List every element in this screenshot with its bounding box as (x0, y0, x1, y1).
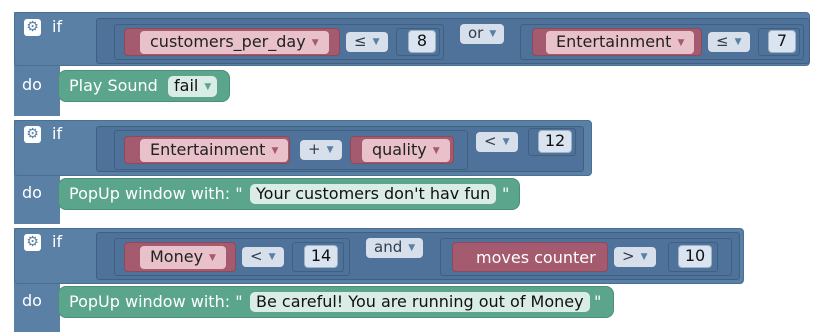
chevron-down-icon: ▼ (640, 252, 648, 262)
chevron-down-icon: ▼ (271, 146, 279, 156)
number-field[interactable]: 10 (678, 245, 712, 268)
chevron-down-icon: ▼ (326, 145, 334, 155)
settings-gear-icon[interactable]: ⚙ (24, 19, 41, 36)
number-field[interactable]: 8 (408, 30, 436, 53)
if-keyword: if (52, 17, 63, 36)
number-field[interactable]: 12 (538, 130, 572, 153)
chevron-down-icon: ▼ (408, 243, 416, 253)
do-keyword: do (22, 75, 42, 94)
operator-dropdown[interactable]: > ▼ (614, 247, 656, 267)
number-field[interactable]: 7 (768, 30, 796, 53)
popup-suffix: " (502, 184, 510, 203)
chevron-down-icon: ▼ (489, 29, 497, 39)
chevron-down-icon: ▼ (209, 253, 216, 263)
popup-text-field[interactable]: Be careful! You are running out of Money (250, 292, 590, 312)
popup-prefix: PopUp window with: " (69, 292, 243, 311)
if-keyword: if (52, 124, 63, 143)
operator-dropdown[interactable]: < ▼ (476, 132, 518, 152)
chevron-down-icon: ▼ (372, 37, 380, 47)
logic-operator-dropdown[interactable]: or ▼ (460, 24, 505, 44)
number-field[interactable]: 14 (304, 245, 338, 268)
variable-dropdown-money[interactable]: Money ▼ (140, 246, 226, 269)
variable-dropdown-entertainment[interactable]: Entertainment ▼ (140, 139, 289, 162)
do-keyword: do (22, 291, 42, 310)
settings-gear-icon[interactable]: ⚙ (24, 126, 41, 143)
popup-text-field[interactable]: Your customers don't hav fun (250, 184, 497, 204)
variable-moves-counter[interactable]: moves counter (476, 248, 596, 268)
operator-dropdown[interactable]: < ▼ (242, 247, 284, 267)
if-keyword: if (52, 232, 63, 251)
sound-dropdown[interactable]: fail ▼ (168, 76, 218, 97)
chevron-down-icon: ▼ (502, 137, 510, 147)
logic-operator-dropdown[interactable]: and ▼ (366, 238, 424, 258)
chevron-down-icon: ▼ (432, 146, 440, 156)
operator-dropdown[interactable]: ≤ ▼ (346, 32, 388, 52)
popup-prefix: PopUp window with: " (69, 184, 243, 203)
arithmetic-operator-dropdown[interactable]: + ▼ (300, 140, 342, 160)
settings-gear-icon[interactable]: ⚙ (24, 234, 41, 251)
chevron-down-icon: ▼ (268, 252, 276, 262)
do-keyword: do (22, 183, 42, 202)
popup-suffix: " (594, 292, 602, 311)
chevron-down-icon: ▼ (734, 37, 742, 47)
chevron-down-icon: ▼ (204, 82, 212, 92)
variable-dropdown-entertainment[interactable]: Entertainment ▼ (546, 31, 695, 54)
chevron-down-icon: ▼ (677, 38, 685, 48)
variable-dropdown-quality[interactable]: quality ▼ (362, 139, 450, 162)
action-label: Play Sound (69, 76, 158, 95)
variable-dropdown-customers-per-day[interactable]: customers_per_day ▼ (140, 31, 329, 54)
chevron-down-icon: ▼ (311, 38, 319, 48)
operator-dropdown[interactable]: ≤ ▼ (708, 32, 750, 52)
